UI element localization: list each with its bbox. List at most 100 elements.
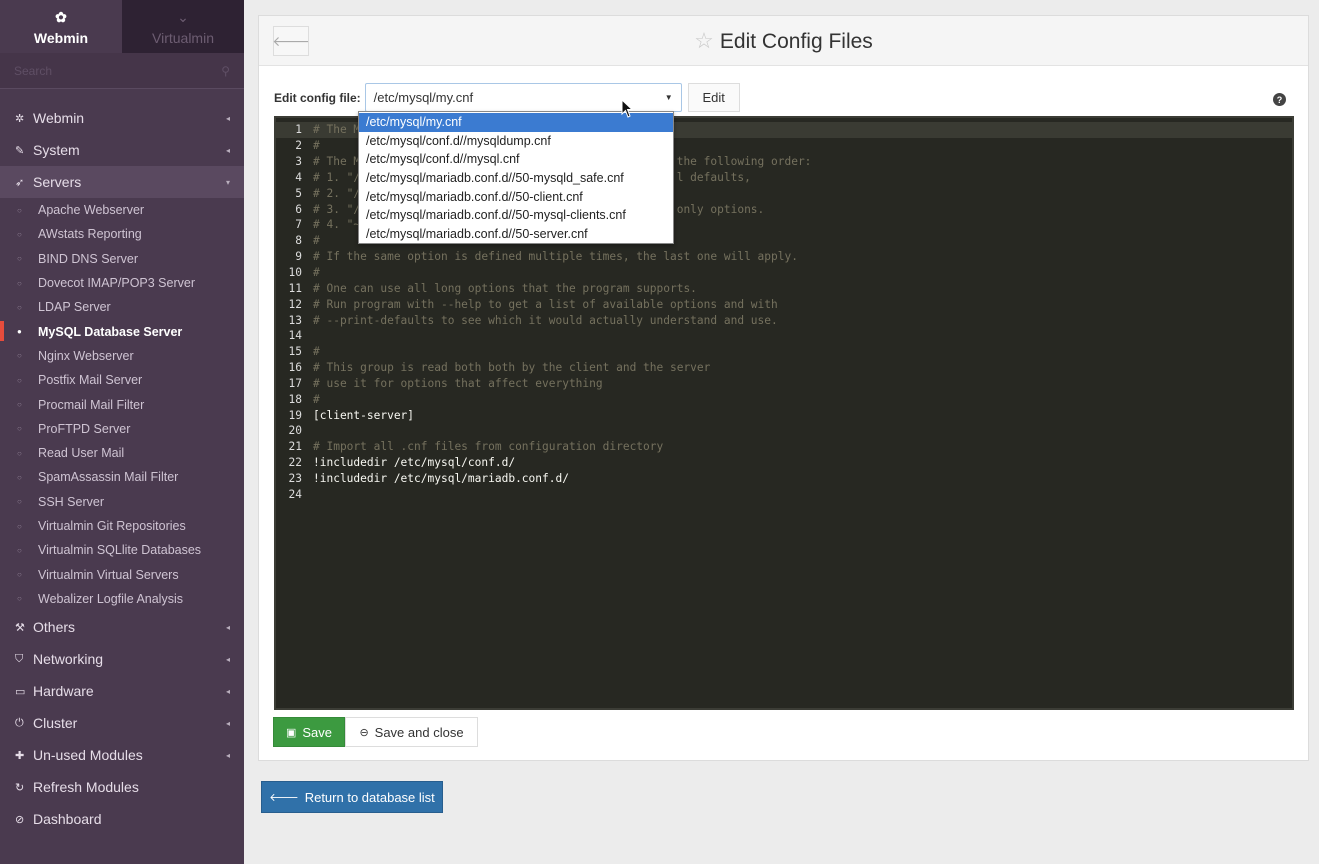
sidebar-item-label: Read User Mail xyxy=(38,446,125,461)
editor-line[interactable]: 13 # --print-defaults to see which it wou… xyxy=(276,312,1292,328)
editor-line[interactable]: 14 xyxy=(276,328,1292,344)
sidebar-item-apache-webserver[interactable]: ○ Apache Webserver xyxy=(0,198,244,222)
sidebar-item-virtualmin-virtual-servers[interactable]: ○ Virtualmin Virtual Servers xyxy=(0,562,244,586)
sidebar-item-label: AWstats Reporting xyxy=(38,227,142,242)
bullet-icon: ○ xyxy=(17,278,22,288)
sidebar-item-spamassassin-mail-filter[interactable]: ○ SpamAssassin Mail Filter xyxy=(0,465,244,489)
sidebar: ✿ Webmin ⌄ Virtualmin Search ⚲ ✲ Webmin ◂ ✎… xyxy=(0,0,244,864)
sidebar-item-mysql-database-server[interactable]: ● MySQL Database Server xyxy=(0,319,244,343)
sidebar-item-postfix-mail-server[interactable]: ○ Postfix Mail Server xyxy=(0,368,244,392)
edit-button[interactable]: Edit xyxy=(687,83,740,112)
caret-icon: ◂ xyxy=(225,718,230,728)
sidebar-item-awstats-reporting[interactable]: ○ AWstats Reporting xyxy=(0,222,244,246)
sidebar-category-cluster[interactable]: ⏻ Cluster ◂ xyxy=(0,707,244,739)
sidebar-item-webalizer-logfile-analysis[interactable]: ○ Webalizer Logfile Analysis xyxy=(0,587,244,611)
sidebar-category-others[interactable]: ⚒ Others ◂ xyxy=(0,611,244,643)
line-text: # xyxy=(313,266,320,280)
line-number: 7 xyxy=(295,218,302,232)
sidebar-item-proftpd-server[interactable]: ○ ProFTPD Server xyxy=(0,417,244,441)
sidebar-item-virtualmin-sqllite-databases[interactable]: ○ Virtualmin SQLlite Databases xyxy=(0,538,244,562)
sidebar-item-label: Nginx Webserver xyxy=(38,348,134,363)
editor-line[interactable]: 18 # xyxy=(276,391,1292,407)
sidebar-item-read-user-mail[interactable]: ○ Read User Mail xyxy=(0,441,244,465)
sidebar-category-hardware[interactable]: ▭ Hardware ◂ xyxy=(0,675,244,707)
line-number: 18 xyxy=(288,392,302,406)
editor-line[interactable]: 11 # One can use all long options that th… xyxy=(276,280,1292,296)
line-text: # 2. "/ xyxy=(313,186,361,200)
tab-webmin[interactable]: ✿ Webmin xyxy=(0,0,122,53)
sidebar-item-dovecot-imap-pop3-server[interactable]: ○ Dovecot IMAP/POP3 Server xyxy=(0,271,244,295)
line-number: 2 xyxy=(295,139,302,153)
editor-line[interactable]: 17 # use it for options that affect every… xyxy=(276,376,1292,392)
line-text: # This group is read both both by the cl… xyxy=(313,361,711,375)
dropdown-option[interactable]: /etc/mysql/conf.d//mysql.cnf xyxy=(359,150,673,169)
sidebar-category-un-used-modules[interactable]: ✚ Un-used Modules ◂ xyxy=(0,739,244,771)
editor-line[interactable]: 22 !includedir /etc/mysql/conf.d/ xyxy=(276,455,1292,471)
line-number: 11 xyxy=(288,281,302,295)
config-file-select[interactable]: /etc/mysql/my.cnf ▼ xyxy=(364,83,682,112)
sidebar-category-refresh-modules[interactable]: ↻ Refresh Modules xyxy=(0,771,244,803)
line-number: 5 xyxy=(295,186,302,200)
editor-line[interactable]: 24 xyxy=(276,486,1292,502)
line-number: 21 xyxy=(288,440,302,454)
search-input[interactable]: Search xyxy=(14,64,221,78)
bullet-icon: ○ xyxy=(17,375,22,385)
page-title: ☆ Edit Config Files xyxy=(259,28,1308,54)
config-file-selected-value: /etc/mysql/my.cnf xyxy=(373,90,474,105)
editor-line[interactable]: 9 # If the same option is defined multipl… xyxy=(276,249,1292,265)
sidebar-menu: ✲ Webmin ◂ ✎ System ◂ ➶ Servers ▾ ○ Apache Webserv… xyxy=(0,89,244,835)
line-text: # 4. "~ xyxy=(313,218,361,232)
dropdown-option[interactable]: /etc/mysql/mariadb.conf.d//50-mysqld_saf… xyxy=(359,169,673,188)
puzzle-icon: ✚ xyxy=(15,749,25,762)
sidebar-category-servers[interactable]: ➶ Servers ▾ xyxy=(0,166,244,198)
line-number: 10 xyxy=(288,266,302,280)
config-file-dropdown[interactable]: /etc/mysql/my.cnf/etc/mysql/conf.d//mysq… xyxy=(358,111,674,244)
sidebar-item-label: LDAP Server xyxy=(38,300,111,315)
line-text: # --print-defaults to see which it would… xyxy=(313,313,778,327)
sidebar-item-label: Procmail Mail Filter xyxy=(38,397,145,412)
line-number: 20 xyxy=(288,424,302,438)
sidebar-item-procmail-mail-filter[interactable]: ○ Procmail Mail Filter xyxy=(0,392,244,416)
sidebar-item-ldap-server[interactable]: ○ LDAP Server xyxy=(0,295,244,319)
bullet-icon: ○ xyxy=(17,254,22,264)
dropdown-option[interactable]: /etc/mysql/conf.d//mysqldump.cnf xyxy=(359,132,673,151)
return-to-database-list-button[interactable]: 🡐 Return to database list xyxy=(261,781,443,813)
line-text: # Run program with --help to get a list … xyxy=(313,297,778,311)
editor-line[interactable]: 15 # xyxy=(276,344,1292,360)
sidebar-category-label: Networking xyxy=(33,651,104,668)
sidebar-category-label: Webmin xyxy=(33,110,85,126)
star-icon[interactable]: ☆ xyxy=(694,28,714,53)
line-number: 23 xyxy=(288,471,302,485)
caret-icon: ◂ xyxy=(225,750,230,760)
editor-line[interactable]: 19 [client-server] xyxy=(276,407,1292,423)
sidebar-category-system[interactable]: ✎ System ◂ xyxy=(0,134,244,166)
line-text: !includedir /etc/mysql/conf.d/ xyxy=(313,456,516,470)
editor-line[interactable]: 10 # xyxy=(276,265,1292,281)
line-text: # xyxy=(313,139,320,153)
editor-line[interactable]: 23 !includedir /etc/mysql/mariadb.conf.d/ xyxy=(276,471,1292,487)
save-button-label: Save xyxy=(302,724,333,740)
sidebar-category-dashboard[interactable]: ⊘ Dashboard xyxy=(0,803,244,835)
sidebar-item-bind-dns-server[interactable]: ○ BIND DNS Server xyxy=(0,247,244,271)
bullet-icon: ● xyxy=(17,327,22,337)
line-number: 9 xyxy=(295,250,302,264)
sidebar-category-webmin[interactable]: ✲ Webmin ◂ xyxy=(0,102,244,134)
editor-line[interactable]: 21 # Import all .cnf files from configura… xyxy=(276,439,1292,455)
help-icon[interactable]: ? xyxy=(1273,93,1286,106)
sidebar-item-nginx-webserver[interactable]: ○ Nginx Webserver xyxy=(0,344,244,368)
save-and-close-button[interactable]: ⊖ Save and close xyxy=(345,717,478,747)
dropdown-option[interactable]: /etc/mysql/mariadb.conf.d//50-mysql-clie… xyxy=(359,206,673,225)
editor-line[interactable]: 16 # This group is read both both by the … xyxy=(276,360,1292,376)
editor-line[interactable]: 20 xyxy=(276,423,1292,439)
floppy-icon: ▣ xyxy=(285,726,297,739)
save-button[interactable]: ▣ Save xyxy=(273,717,345,747)
sidebar-item-ssh-server[interactable]: ○ SSH Server xyxy=(0,490,244,514)
tab-virtualmin[interactable]: ⌄ Virtualmin xyxy=(122,0,244,53)
bullet-icon: ○ xyxy=(17,424,22,434)
dropdown-option[interactable]: /etc/mysql/mariadb.conf.d//50-client.cnf xyxy=(359,187,673,206)
editor-line[interactable]: 12 # Run program with --help to get a lis… xyxy=(276,296,1292,312)
sidebar-item-virtualmin-git-repositories[interactable]: ○ Virtualmin Git Repositories xyxy=(0,514,244,538)
sidebar-search[interactable]: Search ⚲ xyxy=(0,53,244,89)
sidebar-category-networking[interactable]: ⛉ Networking ◂ xyxy=(0,643,244,675)
dropdown-option[interactable]: /etc/mysql/mariadb.conf.d//50-server.cnf xyxy=(359,225,673,244)
